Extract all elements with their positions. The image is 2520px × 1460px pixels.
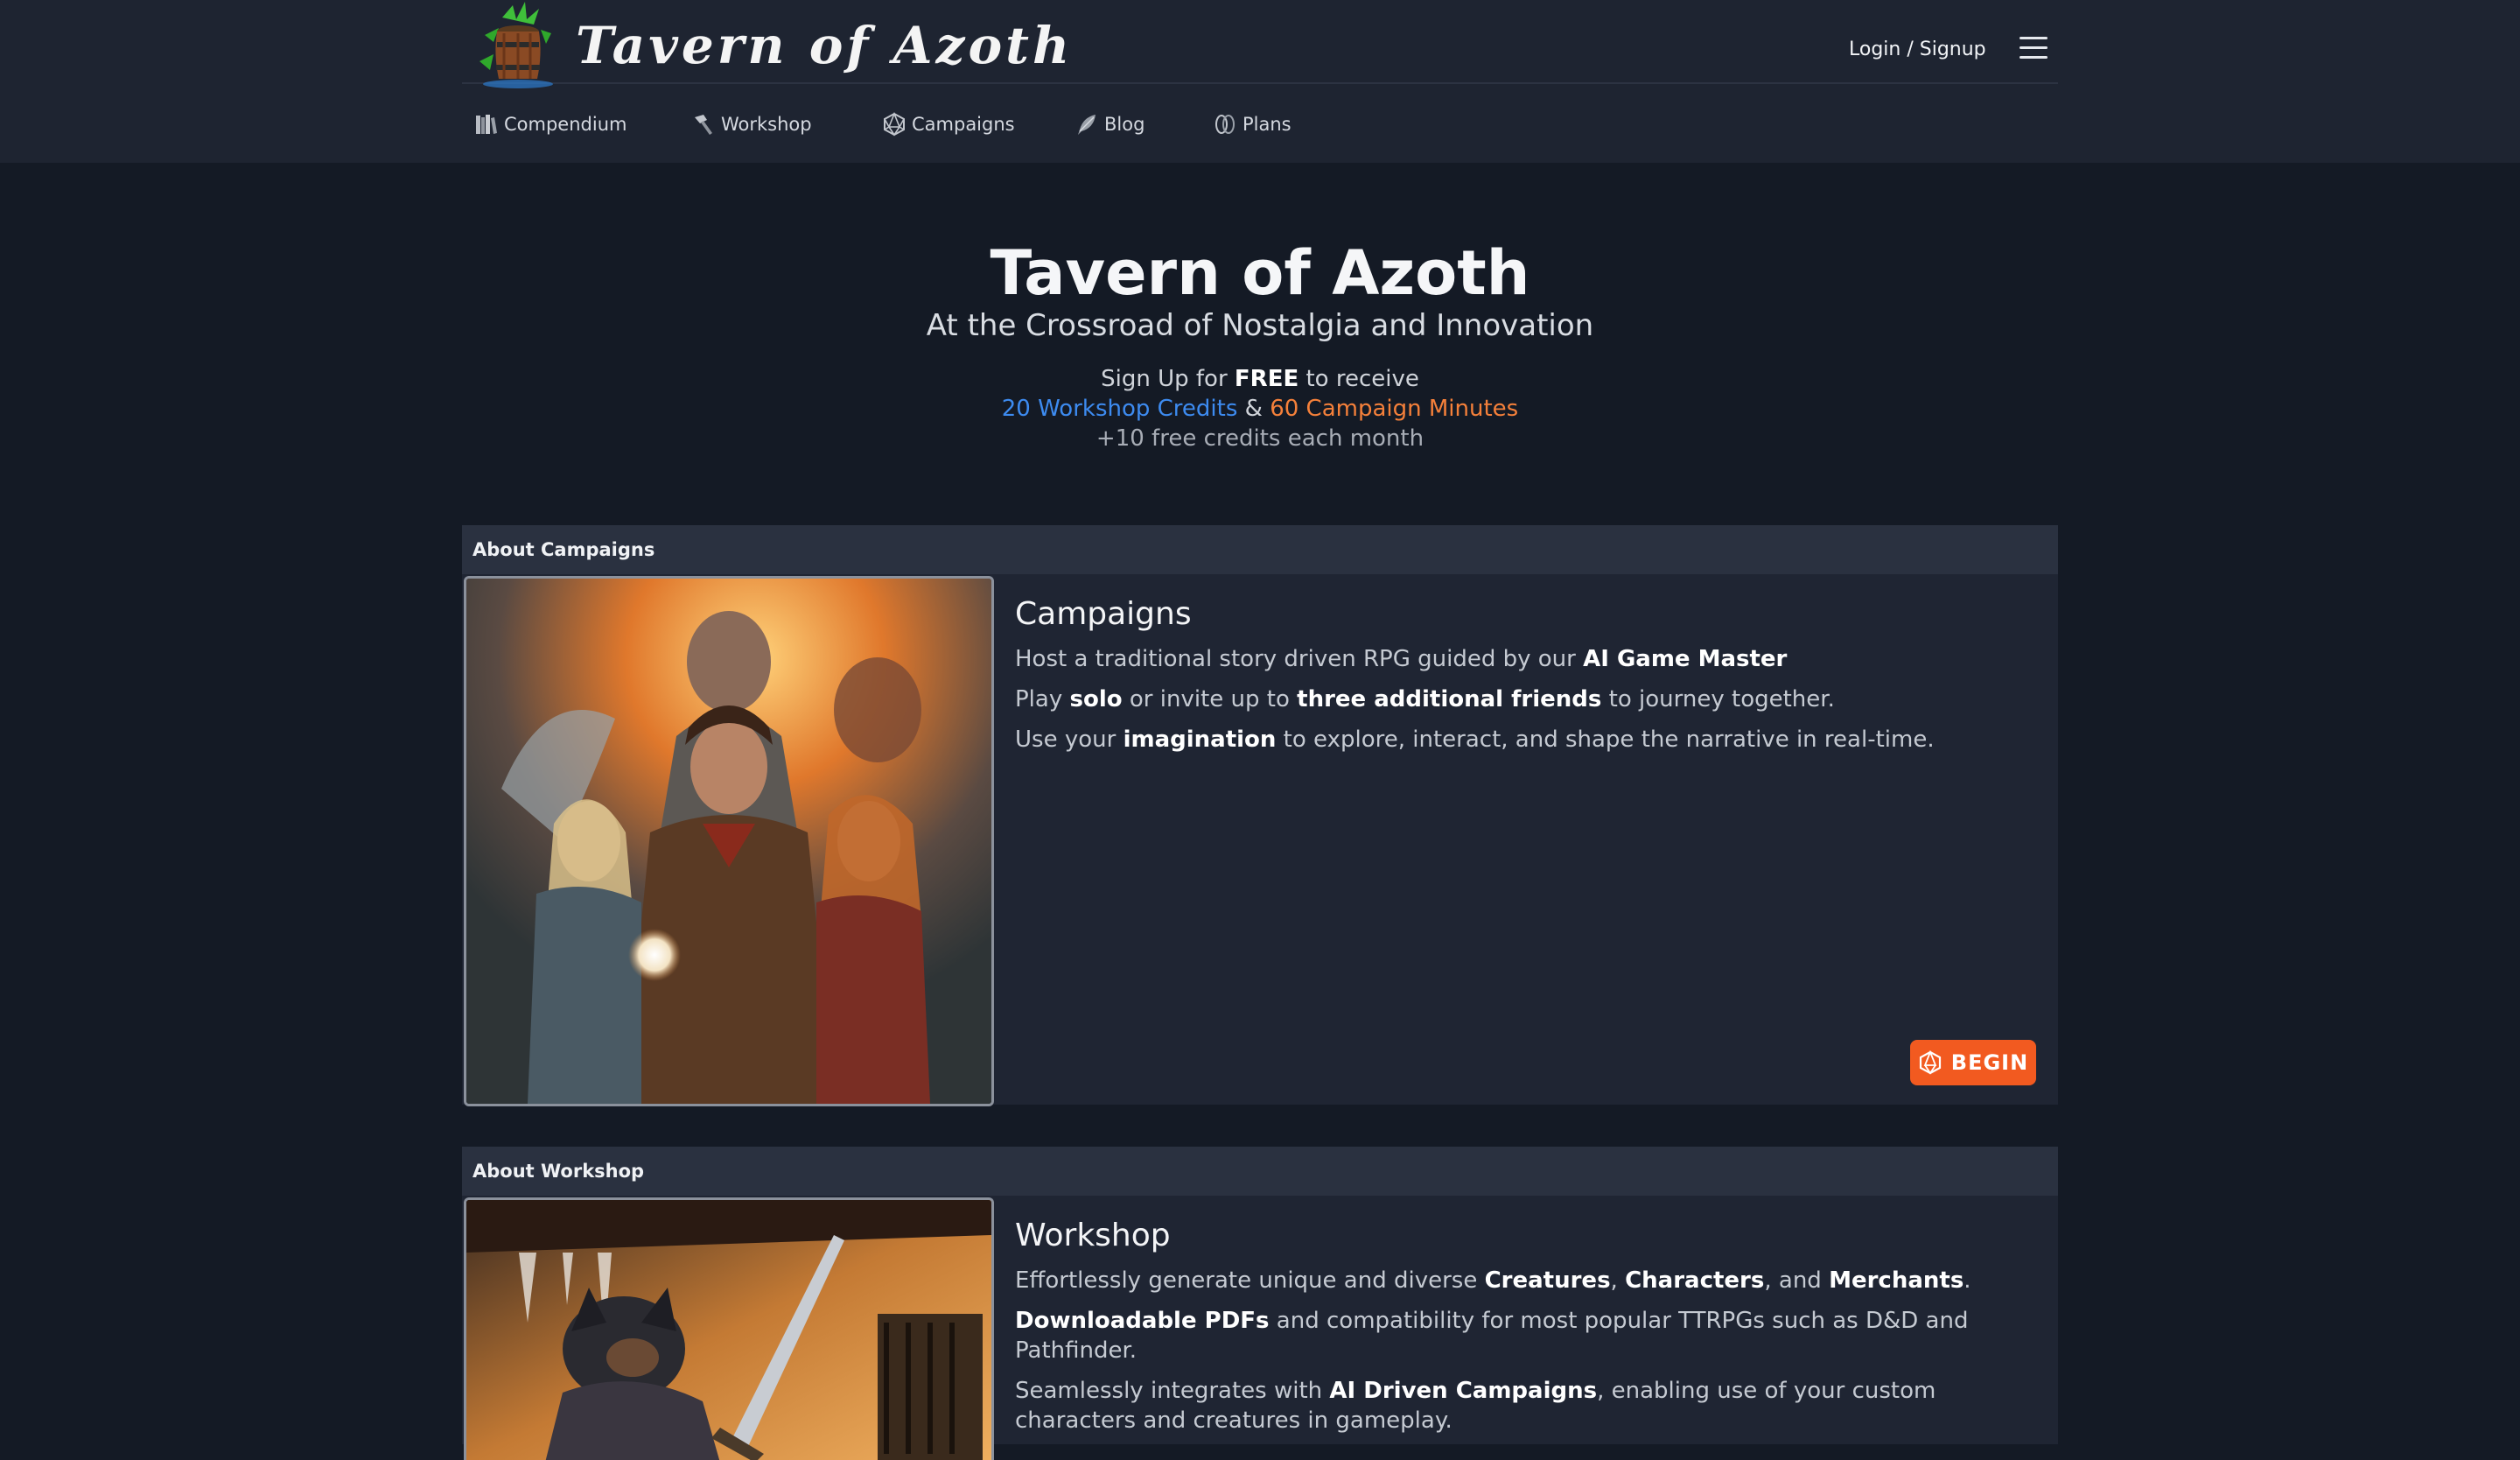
nav-label: Campaigns — [912, 114, 1015, 135]
nav-item-plans[interactable]: Plans — [1213, 107, 1292, 142]
nav-item-compendium[interactable]: Compendium — [474, 107, 626, 142]
campaigns-illustration — [464, 576, 994, 1106]
nav-label: Workshop — [721, 114, 812, 135]
text-strong: Merchants — [1829, 1267, 1964, 1294]
campaigns-card-header: About Campaigns — [462, 525, 2058, 574]
text: Use your — [1015, 726, 1124, 753]
workshop-card: About Workshop Workshop Effortlessly gen… — [462, 1147, 2058, 1460]
workshop-illustration — [464, 1197, 994, 1460]
text-strong: Creatures — [1484, 1267, 1611, 1294]
d20-icon — [1919, 1050, 1941, 1075]
workshop-line-1: Effortlessly generate unique and diverse… — [1015, 1266, 2039, 1295]
brand-row: Tavern of Azoth Login / Signup — [462, 0, 2058, 88]
offer-suffix: to receive — [1298, 366, 1419, 392]
d20-icon — [884, 112, 905, 137]
top-bar: Tavern of Azoth Login / Signup Compendiu… — [0, 0, 2520, 163]
begin-label: BEGIN — [1950, 1050, 2029, 1075]
workshop-line-3: Seamlessly integrates with AI Driven Cam… — [1015, 1376, 2039, 1435]
text-strong: AI Game Master — [1583, 646, 1788, 672]
campaigns-line-3: Use your imagination to explore, interac… — [1015, 725, 2039, 755]
nav-label: Plans — [1242, 114, 1292, 135]
text-strong: AI Driven Campaigns — [1329, 1378, 1598, 1404]
nav-item-blog[interactable]: Blog — [1074, 107, 1144, 142]
login-signup-link[interactable]: Login / Signup — [1849, 39, 1986, 60]
workshop-card-header: About Workshop — [462, 1147, 2058, 1196]
tavern-barrel-logo-icon[interactable] — [467, 0, 570, 91]
campaigns-line-1: Host a traditional story driven RPG guid… — [1015, 644, 2039, 674]
hero-title: Tavern of Azoth — [990, 237, 1530, 309]
hero: Tavern of Azoth At the Crossroad of Nost… — [0, 236, 2520, 453]
brand-name[interactable]: Tavern of Azoth — [576, 16, 1073, 75]
coins-icon — [1215, 115, 1235, 134]
hamburger-menu-icon[interactable] — [2020, 37, 2048, 63]
quill-icon — [1078, 115, 1096, 135]
nav-item-campaigns[interactable]: Campaigns — [882, 107, 1015, 142]
main-nav: Compendium Workshop Campaigns Blog Plans — [462, 107, 2058, 142]
campaigns-card: About Campaigns Campaigns Host a traditi… — [462, 525, 2058, 1106]
nav-label: Compendium — [504, 114, 627, 135]
campaigns-line-2: Play solo or invite up to three addition… — [1015, 684, 2039, 714]
text-strong: Downloadable PDFs — [1015, 1308, 1270, 1334]
text: Effortlessly generate unique and diverse — [1015, 1267, 1485, 1294]
monthly-credits-note: +10 free credits each month — [1096, 425, 1424, 452]
text-strong: imagination — [1123, 726, 1277, 753]
text: to explore, interact, and shape the narr… — [1276, 726, 1935, 753]
workshop-card-body: Workshop Effortlessly generate unique an… — [1015, 1215, 2039, 1446]
text-strong: three additional friends — [1297, 686, 1602, 712]
workshop-title: Workshop — [1015, 1218, 1171, 1253]
text: , and — [1764, 1267, 1830, 1294]
nav-item-workshop[interactable]: Workshop — [691, 107, 812, 142]
text: . — [1964, 1267, 1971, 1294]
offer-free: FREE — [1234, 366, 1299, 392]
text-strong: solo — [1069, 686, 1123, 712]
text: , — [1610, 1267, 1626, 1294]
hero-subtitle: At the Crossroad of Nostalgia and Innova… — [926, 308, 1594, 343]
offer-amp: & — [1237, 396, 1270, 422]
offer-prefix: Sign Up for — [1101, 366, 1235, 392]
text-strong: Characters — [1625, 1267, 1765, 1294]
text: Play — [1015, 686, 1070, 712]
nav-label: Blog — [1104, 114, 1145, 135]
books-icon — [476, 115, 497, 134]
workshop-credits-offer: 20 Workshop Credits — [1001, 396, 1238, 422]
adventurers-party-image — [466, 579, 991, 1104]
hammer-icon — [695, 115, 712, 135]
top-bar-inner: Tavern of Azoth Login / Signup Compendiu… — [462, 0, 2058, 163]
campaign-minutes-offer: 60 Campaign Minutes — [1270, 396, 1519, 422]
text: Seamlessly integrates with — [1015, 1378, 1330, 1404]
campaigns-card-body: Campaigns Host a traditional story drive… — [1015, 593, 2039, 765]
werewolf-blacksmith-image — [466, 1200, 991, 1460]
text: to journey together. — [1601, 686, 1835, 712]
signup-offer: Sign Up for FREE to receive 20 Workshop … — [0, 364, 2520, 453]
workshop-line-2: Downloadable PDFs and compatibility for … — [1015, 1306, 2039, 1365]
campaigns-title: Campaigns — [1015, 596, 1192, 632]
begin-button[interactable]: BEGIN — [1910, 1040, 2036, 1085]
text: Host a traditional story driven RPG guid… — [1015, 646, 1584, 672]
text: or invite up to — [1122, 686, 1298, 712]
